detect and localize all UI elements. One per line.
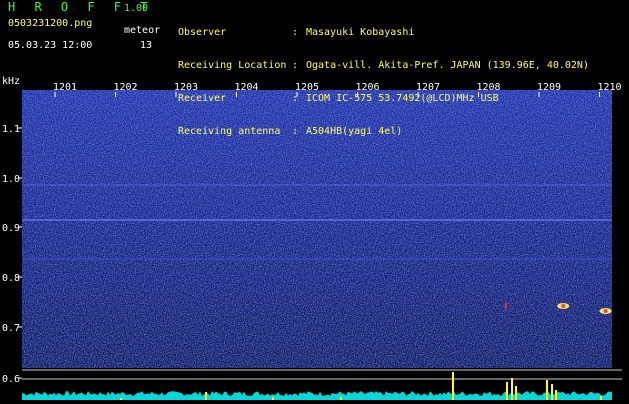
activity-bar bbox=[555, 390, 557, 400]
activity-bar bbox=[452, 372, 454, 400]
activity-bar bbox=[546, 380, 548, 400]
app-version: 1.00 bbox=[124, 3, 149, 14]
meteor-echo bbox=[504, 301, 507, 311]
info-key: Receiving antenna bbox=[178, 126, 281, 137]
meteor-echo-core bbox=[561, 304, 566, 308]
freq-tick-label: 0.8 bbox=[2, 273, 20, 284]
info-value: Ogata-vill. Akita-Pref. JAPAN (139.96E, … bbox=[306, 60, 589, 71]
activity-bar bbox=[600, 396, 602, 400]
y-unit-label: kHz bbox=[2, 76, 20, 87]
activity-bar bbox=[506, 382, 508, 400]
data-gap-band bbox=[612, 90, 622, 368]
info-separator: : bbox=[292, 27, 299, 38]
info-value: A504HB(yagi 4el) bbox=[306, 126, 403, 137]
info-row-location: Receiving Location : Ogata-vill. Akita-P… bbox=[178, 60, 589, 71]
activity-bar bbox=[205, 392, 207, 400]
info-value: Masayuki Kobayashi bbox=[306, 27, 415, 38]
activity-bar bbox=[515, 386, 517, 400]
freq-tick-label: 1.1 bbox=[2, 124, 20, 135]
meteor-counter-label: meteor bbox=[124, 25, 161, 36]
time-tick-label: 1202 bbox=[113, 82, 137, 93]
activity-bar bbox=[551, 384, 553, 400]
info-key: Receiving Location bbox=[178, 60, 287, 71]
info-row-receiver: Receiver : ICOM IC-575 53.7492(@LCD)MHz … bbox=[178, 93, 589, 104]
info-row-antenna: Receiving antenna : A504HB(yagi 4el) bbox=[178, 126, 589, 137]
info-separator: : bbox=[292, 93, 299, 104]
freq-tick-label: 0.9 bbox=[2, 223, 20, 234]
time-tick-label: 1201 bbox=[53, 82, 77, 93]
info-separator: : bbox=[292, 126, 299, 137]
meteor-echo-core bbox=[603, 309, 608, 313]
info-key: Observer bbox=[178, 27, 227, 38]
info-separator: : bbox=[292, 60, 299, 71]
activity-bar bbox=[511, 378, 513, 400]
station-info: Observer : Masayuki Kobayashi Receiving … bbox=[178, 5, 589, 148]
info-value: ICOM IC-575 53.7492(@LCD)MHz USB bbox=[306, 93, 499, 104]
info-row-observer: Observer : Masayuki Kobayashi bbox=[178, 27, 589, 38]
meteor-counter-value: 13 bbox=[140, 40, 153, 51]
date-time: 05.03.23 12:00 bbox=[8, 40, 93, 51]
freq-tick-label: 1.0 bbox=[2, 174, 20, 185]
freq-tick-label: 0.7 bbox=[2, 323, 20, 334]
noise-floor-trace bbox=[22, 391, 612, 400]
file-name: 0503231200.png bbox=[8, 18, 93, 29]
info-key: Receiver bbox=[178, 93, 227, 104]
time-tick-label: 1210 bbox=[597, 82, 621, 93]
freq-tick-label: 0.6 bbox=[2, 374, 20, 385]
